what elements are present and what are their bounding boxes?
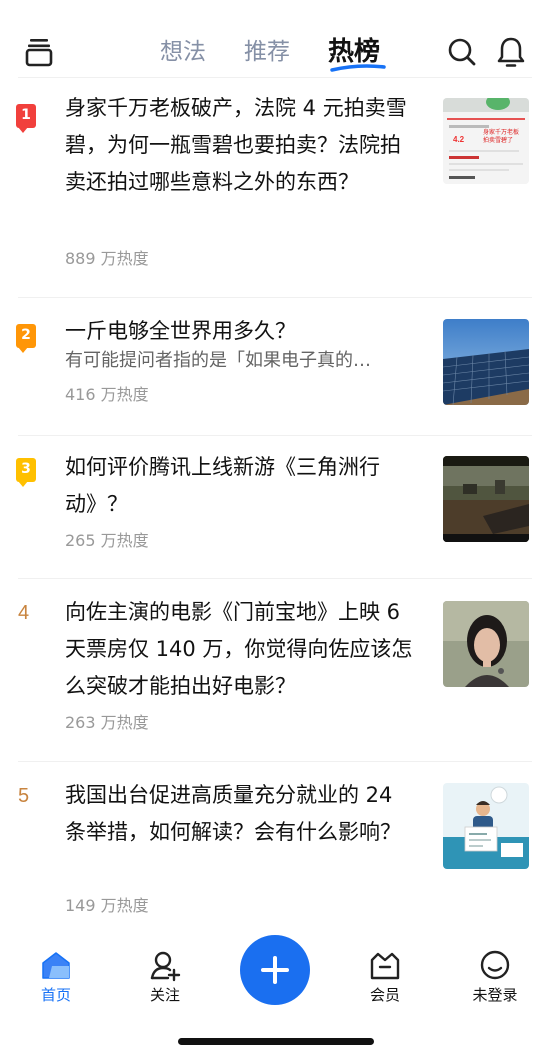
nav-label: 首页: [40, 986, 71, 1004]
create-button[interactable]: [240, 935, 310, 1005]
hot-list-item[interactable]: 2 一斤电够全世界用多久？ 有可能提问者指的是「如果电子真的… 416 万热度: [0, 298, 550, 436]
search-icon[interactable]: [447, 37, 477, 67]
rank-number: 5: [18, 785, 30, 807]
question-title[interactable]: 向佐主演的电影《门前宝地》上映 6 天票房仅 140 万，你觉得向佐应该怎么突破…: [65, 594, 415, 705]
rank-badge: 1: [16, 104, 38, 133]
hot-list-item[interactable]: 4 向佐主演的电影《门前宝地》上映 6 天票房仅 140 万，你觉得向佐应该怎么…: [0, 579, 550, 761]
plus-icon: [261, 956, 289, 984]
nav-label: 关注: [149, 986, 180, 1004]
home-indicator: [178, 1038, 374, 1045]
question-title[interactable]: 如何评价腾讯上线新游《三角洲行动》？: [65, 449, 415, 523]
question-thumbnail: [443, 783, 529, 869]
nav-label: 未登录: [472, 986, 518, 1004]
answer-excerpt[interactable]: 有可能提问者指的是「如果电子真的…: [65, 349, 415, 373]
bell-icon[interactable]: [496, 36, 526, 68]
rank-number: 3: [16, 458, 36, 487]
question-title[interactable]: 身家千万老板破产，法院 4 元拍卖雪碧，为何一瓶雪碧也要拍卖？法院拍卖还拍过哪些…: [65, 90, 415, 201]
heat-count: 149 万热度: [65, 896, 149, 915]
hot-list-item[interactable]: 1 身家千万老板破产，法院 4 元拍卖雪碧，为何一瓶雪碧也要拍卖？法院拍卖还拍过…: [0, 78, 550, 298]
nav-profile[interactable]: 未登录: [455, 948, 535, 1005]
heat-count: 265 万热度: [65, 531, 149, 550]
thumbnail-image: [443, 783, 529, 869]
heat-count: 263 万热度: [65, 713, 149, 732]
question-thumbnail: 身家千万老板 拍卖雪碧了 4.2: [443, 98, 529, 184]
thumbnail-image: [443, 601, 529, 687]
question-thumbnail: [443, 456, 529, 542]
rank-badge: 3: [16, 458, 38, 487]
hot-list-item[interactable]: 3 如何评价腾讯上线新游《三角洲行动》？ 265 万热度: [0, 436, 550, 579]
nav-follow[interactable]: 关注: [125, 948, 205, 1005]
rank-number: 1: [16, 104, 36, 133]
nav-home[interactable]: 首页: [16, 948, 96, 1005]
thumbnail-image: [443, 319, 529, 405]
rank-badge: 5: [16, 785, 38, 811]
nav-vip[interactable]: 会员: [345, 948, 425, 1005]
svg-text:4.2: 4.2: [453, 135, 465, 144]
question-title[interactable]: 我国出台促进高质量充分就业的 24 条举措，如何解读？会有什么影响？: [65, 777, 415, 851]
thumbnail-image: 身家千万老板 拍卖雪碧了 4.2: [443, 98, 529, 184]
active-tab-indicator: [330, 64, 386, 72]
rank-number: 2: [16, 324, 36, 353]
thumbnail-image: [443, 456, 529, 542]
vip-icon: [370, 952, 400, 980]
home-icon: [42, 952, 70, 979]
tab-recommend[interactable]: 推荐: [244, 34, 328, 70]
question-title[interactable]: 一斤电够全世界用多久？: [65, 313, 415, 350]
svg-text:拍卖雪碧了: 拍卖雪碧了: [483, 136, 513, 144]
rank-badge: 2: [16, 324, 38, 353]
nav-label: 会员: [369, 986, 400, 1004]
tab-ideas[interactable]: 想法: [160, 34, 244, 70]
question-thumbnail: [443, 601, 529, 687]
rank-badge: 4: [16, 602, 38, 628]
hot-list-item[interactable]: 5 我国出台促进高质量充分就业的 24 条举措，如何解读？会有什么影响？ 149…: [0, 762, 550, 930]
tab-hot-list[interactable]: 热榜: [328, 34, 412, 72]
profile-icon: [480, 950, 510, 980]
heat-count: 416 万热度: [65, 385, 149, 404]
top-bar: 想法 推荐 热榜: [0, 0, 550, 78]
heat-count: 889 万热度: [65, 249, 149, 268]
menu-icon[interactable]: [24, 37, 54, 67]
tab-bar: 想法 推荐 热榜: [160, 34, 412, 72]
svg-text:身家千万老板: 身家千万老板: [483, 128, 519, 136]
follow-icon: [150, 951, 181, 982]
rank-number: 4: [18, 602, 30, 624]
question-thumbnail: [443, 319, 529, 405]
